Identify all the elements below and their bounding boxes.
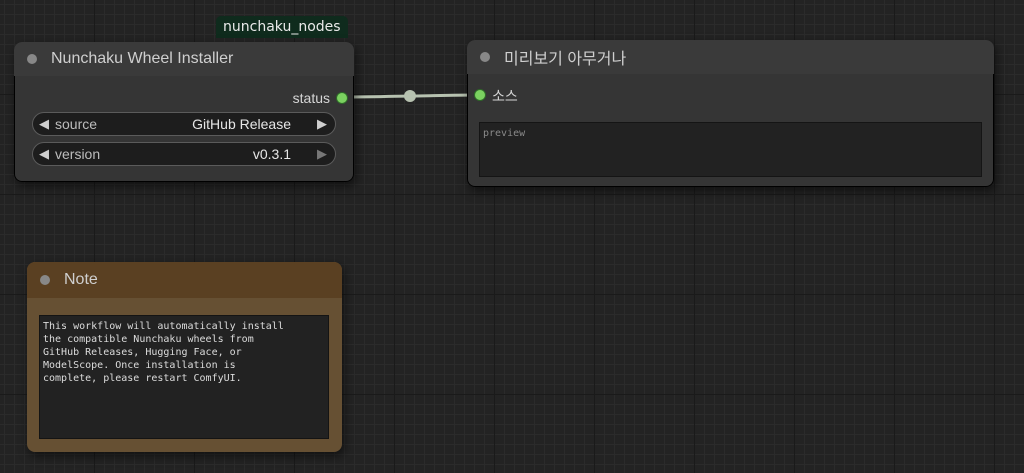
- source-combo-value: GitHub Release: [192, 116, 291, 132]
- link-midpoint-handle[interactable]: [404, 90, 416, 102]
- status-output-label: status: [292, 90, 330, 106]
- preview-any-node[interactable]: 미리보기 아무거나 소스 preview: [467, 40, 994, 187]
- installer-node-title: Nunchaku Wheel Installer: [51, 50, 234, 67]
- source-input-slot[interactable]: [475, 90, 485, 100]
- note-node[interactable]: Note This workflow will automatically in…: [27, 262, 342, 452]
- preview-textarea[interactable]: preview: [479, 122, 982, 177]
- node-pack-badge: nunchaku_nodes: [216, 16, 348, 38]
- installer-node[interactable]: Nunchaku Wheel Installer status ◀ source…: [14, 42, 354, 182]
- increment-arrow-icon[interactable]: ▶: [317, 143, 327, 165]
- collapse-dot-icon[interactable]: [27, 54, 37, 64]
- source-input-label: 소스: [492, 88, 518, 104]
- note-node-title: Note: [64, 271, 98, 288]
- preview-node-title: 미리보기 아무거나: [504, 51, 627, 68]
- increment-arrow-icon[interactable]: ▶: [317, 113, 327, 135]
- note-node-title-bar[interactable]: Note: [27, 262, 342, 298]
- collapse-dot-icon[interactable]: [480, 52, 490, 62]
- decrement-arrow-icon[interactable]: ◀: [39, 143, 49, 165]
- source-combo[interactable]: ◀ source GitHub Release ▶: [32, 112, 336, 136]
- version-combo-label: version: [55, 146, 101, 162]
- source-combo-label: source: [55, 116, 98, 132]
- note-textarea[interactable]: This workflow will automatically install…: [39, 315, 329, 439]
- decrement-arrow-icon[interactable]: ◀: [39, 113, 49, 135]
- version-combo-value: v0.3.1: [252, 146, 291, 162]
- preview-node-title-bar[interactable]: 미리보기 아무거나: [467, 40, 994, 74]
- version-combo[interactable]: ◀ version v0.3.1 ▶: [32, 142, 336, 166]
- status-output-slot[interactable]: [337, 93, 347, 103]
- collapse-dot-icon[interactable]: [40, 275, 50, 285]
- installer-node-title-bar[interactable]: Nunchaku Wheel Installer: [14, 42, 354, 76]
